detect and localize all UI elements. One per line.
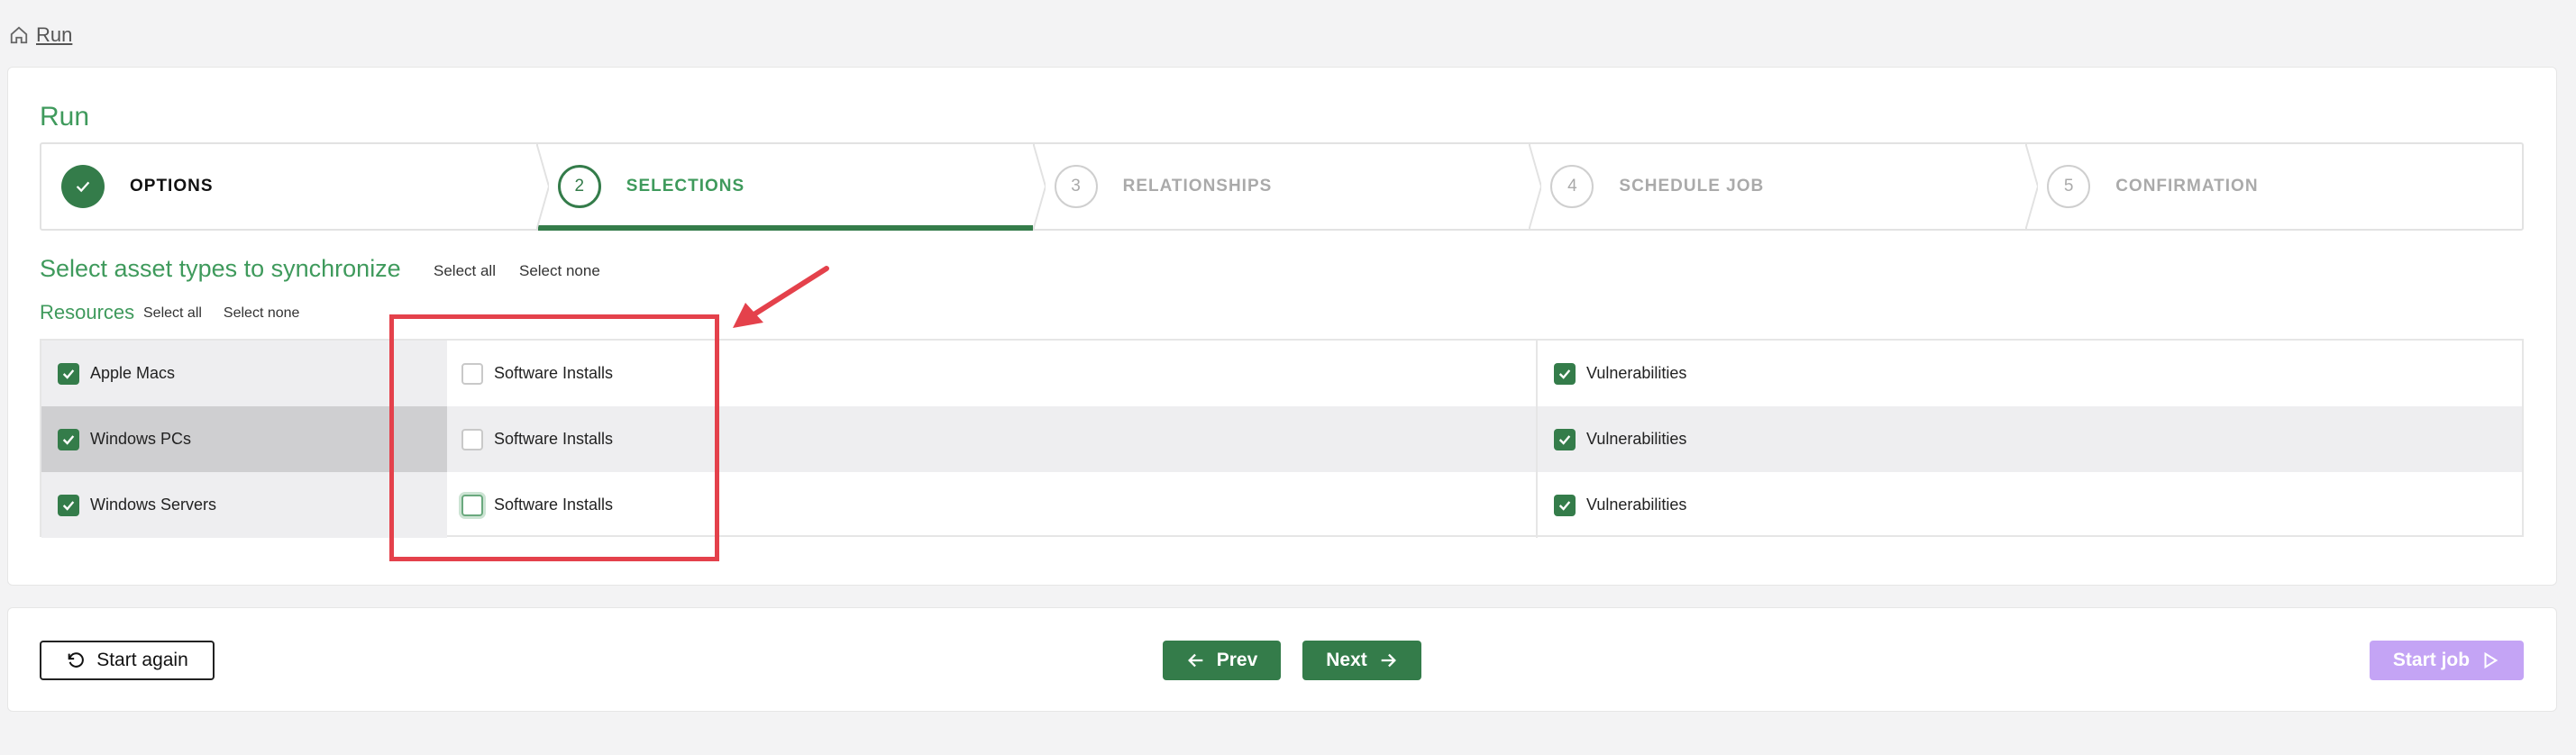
- start-job-label: Start job: [2392, 650, 2471, 670]
- next-button[interactable]: Next: [1302, 641, 1421, 680]
- arrow-left-icon: [1187, 653, 1203, 668]
- step-selections[interactable]: 2 SELECTIONS: [537, 142, 1046, 231]
- step-number: 5: [2047, 165, 2091, 208]
- apple-macs-vulnerabilities-checkbox[interactable]: [1554, 362, 1576, 385]
- start-job-button[interactable]: Start job: [2370, 641, 2524, 680]
- resource-name: Apple Macs: [90, 364, 176, 382]
- asset-types-actions: Select all Select none: [434, 262, 600, 280]
- resource-name-cell: Windows PCs: [41, 406, 447, 472]
- next-label: Next: [1326, 650, 1367, 670]
- wizard-footer: Start again Prev Next Start job: [7, 607, 2557, 712]
- step-divider-chevron: [2025, 142, 2039, 231]
- resource-name: Windows Servers: [90, 496, 217, 514]
- step-options[interactable]: OPTIONS: [41, 142, 549, 231]
- vulnerabilities-cell: Vulnerabilities: [1538, 406, 2522, 472]
- arrow-right-icon: [1381, 653, 1396, 668]
- step-relationships[interactable]: 3 RELATIONSHIPS: [1035, 142, 1542, 231]
- step-divider-chevron: [1032, 142, 1046, 231]
- home-icon: [9, 25, 29, 45]
- resource-name-cell: Windows Servers: [41, 472, 447, 538]
- prev-button[interactable]: Prev: [1163, 641, 1281, 680]
- step-number: 2: [557, 165, 601, 208]
- asset-types-select-all-link[interactable]: Select all: [434, 262, 496, 280]
- resources-select-none-link[interactable]: Select none: [224, 305, 300, 322]
- windows-servers-vulnerabilities-checkbox[interactable]: [1554, 494, 1576, 516]
- checkbox-label: Vulnerabilities: [1586, 430, 1687, 448]
- breadcrumb: Run: [9, 23, 72, 47]
- step-complete-check-icon: [61, 165, 105, 208]
- step-confirmation[interactable]: 5 CONFIRMATION: [2027, 144, 2522, 229]
- breadcrumb-run-link[interactable]: Run: [36, 23, 72, 47]
- annotation-arrow-icon: [726, 263, 834, 333]
- step-number: 3: [1054, 165, 1098, 208]
- resources-heading: Resources: [40, 301, 135, 323]
- step-schedule-job[interactable]: 4 SCHEDULE JOB: [1530, 142, 2039, 231]
- windows-servers-checkbox[interactable]: [58, 494, 79, 516]
- restart-icon: [68, 652, 85, 668]
- step-label: SCHEDULE JOB: [1619, 177, 1765, 196]
- resources-actions: Select all Select none: [143, 305, 299, 322]
- checkbox-label: Vulnerabilities: [1586, 364, 1687, 382]
- asset-types-select-none-link[interactable]: Select none: [519, 262, 600, 280]
- step-label: CONFIRMATION: [2115, 177, 2259, 196]
- step-label: SELECTIONS: [626, 177, 745, 196]
- vulnerabilities-cell: Vulnerabilities: [1538, 472, 2522, 538]
- start-again-label: Start again: [96, 650, 188, 670]
- stepper: OPTIONS 2 SELECTIONS 3 RELATIONSHIPS 4 S…: [40, 142, 2524, 231]
- windows-pcs-vulnerabilities-checkbox[interactable]: [1554, 428, 1576, 450]
- resource-name: Windows PCs: [90, 430, 192, 448]
- resources-select-all-link[interactable]: Select all: [143, 305, 202, 322]
- annotation-highlight-box: [389, 314, 719, 561]
- start-again-button[interactable]: Start again: [40, 641, 215, 680]
- checkbox-label: Vulnerabilities: [1586, 496, 1687, 514]
- step-divider-chevron: [535, 142, 549, 231]
- step-label: OPTIONS: [130, 177, 214, 196]
- asset-types-heading: Select asset types to synchronize: [40, 255, 401, 282]
- step-number: 4: [1550, 165, 1594, 208]
- resource-name-cell: Apple Macs: [41, 341, 447, 406]
- prev-label: Prev: [1216, 650, 1258, 670]
- step-divider-chevron: [1529, 142, 1542, 231]
- vulnerabilities-cell: Vulnerabilities: [1538, 341, 2522, 406]
- windows-pcs-checkbox[interactable]: [58, 428, 79, 450]
- step-label: RELATIONSHIPS: [1122, 177, 1273, 196]
- page-title: Run: [40, 102, 90, 132]
- play-icon: [2484, 651, 2498, 669]
- apple-macs-checkbox[interactable]: [58, 362, 79, 385]
